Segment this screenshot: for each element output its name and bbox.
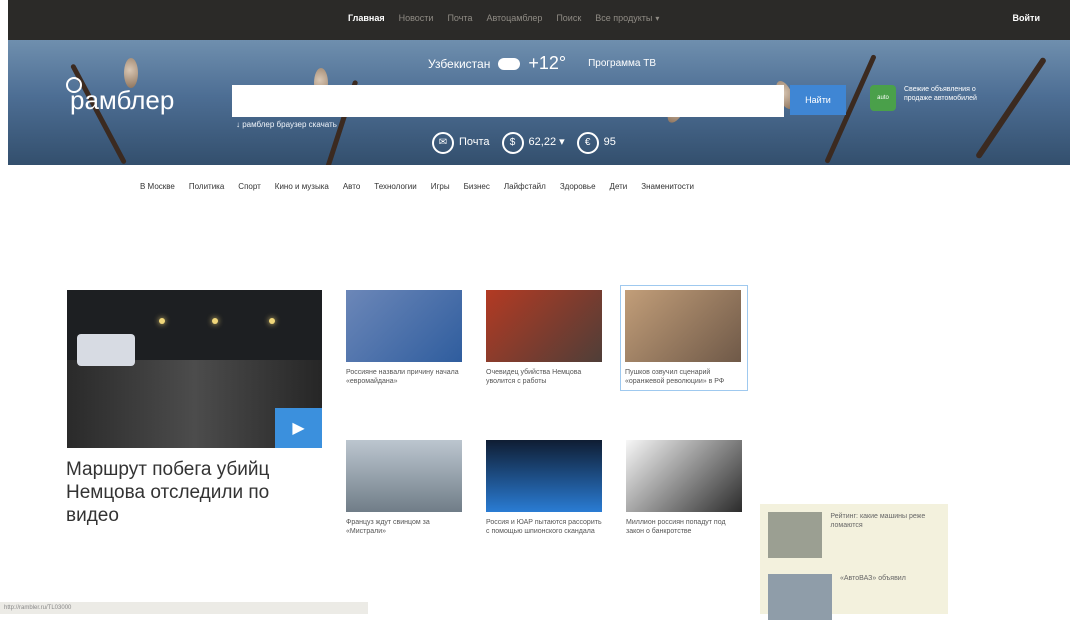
usd-widget[interactable]: $62,22 ▾ [501, 132, 565, 154]
usd-rate: 62,22 [528, 136, 557, 148]
eur-rate: 95 [603, 136, 616, 148]
news-text: Пушков озвучил сценарий «оранжевой револ… [625, 369, 725, 385]
sidebar-item[interactable]: «АвтоВАЗ» объявил [760, 566, 948, 628]
top-navigation-menu: Главная Новости Почта Автоцамблер Поиск … [348, 13, 659, 23]
news-text: Россияне назвали причину начала «евромай… [346, 369, 459, 385]
search-input[interactable] [232, 85, 784, 117]
news-card[interactable]: Очевидец убийства Немцова уволится с раб… [486, 290, 604, 386]
street-light [269, 318, 275, 324]
login-button[interactable]: Войти [1013, 13, 1040, 23]
news-text: Очевидец убийства Немцова уволится с раб… [486, 369, 582, 385]
news-image [346, 290, 462, 362]
search-button[interactable]: Найти [790, 85, 846, 115]
nav-home[interactable]: Главная [348, 13, 385, 23]
cloud-icon [498, 57, 521, 70]
news-card[interactable]: Россияне назвали причину начала «евромай… [346, 290, 464, 386]
mail-widget[interactable]: ✉ Почта [432, 132, 490, 154]
category-games[interactable]: Игры [431, 182, 450, 191]
category-kids[interactable]: Дети [610, 182, 628, 191]
street-light [212, 318, 218, 324]
logo-ring-icon [66, 77, 82, 93]
quick-widgets: ✉ Почта $62,22 ▾ €95 [432, 132, 616, 154]
car-image [768, 512, 823, 558]
rambler-logo[interactable]: рамблер [66, 77, 175, 116]
all-products-label: Все продукты [595, 13, 653, 23]
top-navigation-bar: Главная Новости Почта Автоцамблер Поиск … [8, 0, 1070, 40]
auto-promo-text: Свежие объявления о продаже автомобилей [904, 86, 977, 102]
news-card[interactable]: Россия и ЮАР пытаются рассорить с помощь… [486, 440, 604, 536]
weather-region: Узбекистан [428, 56, 491, 71]
logo-text: рамблер [70, 85, 175, 115]
category-navigation: В Москве Политика Спорт Кино и музыка Ав… [140, 182, 694, 191]
sidebar-ad[interactable]: Рейтинг: какие машины реже ломаются «Авт… [760, 504, 948, 620]
category-sport[interactable]: Спорт [238, 182, 261, 191]
news-image [486, 440, 602, 512]
nav-search[interactable]: Поиск [556, 13, 581, 23]
bud-decoration [124, 58, 138, 88]
nav-auto[interactable]: Автоцамблер [486, 13, 542, 23]
sidebar-item[interactable]: Рейтинг: какие машины реже ломаются [760, 504, 948, 566]
category-tech[interactable]: Технологии [374, 182, 416, 191]
browser-status-bar: http://rambler.ru/TL03000 [0, 602, 368, 614]
tv-link[interactable]: Программа ТВ [588, 58, 656, 69]
chevron-down-icon: ▾ [655, 14, 660, 23]
category-celebrities[interactable]: Знаменитости [641, 182, 694, 191]
news-image [626, 440, 742, 512]
browser-download-link[interactable]: ↓ рамблер браузер скачать [236, 120, 337, 129]
weather-temp: +12° [528, 53, 567, 73]
auto-promo[interactable]: auto Свежие объявления о продаже автомоб… [870, 85, 1004, 111]
category-lifestyle[interactable]: Лайфстайл [504, 182, 546, 191]
sidebar-text: Рейтинг: какие машины реже ломаются [830, 513, 926, 529]
nav-mail[interactable]: Почта [447, 13, 472, 23]
news-image [486, 290, 602, 362]
auto-promo-icon: auto [870, 85, 896, 111]
news-text: Француз ждут свинцом за «Мистрали» [346, 519, 430, 535]
mail-icon: ✉ [432, 132, 454, 154]
play-icon[interactable]: ▶ [275, 408, 322, 448]
euro-icon: € [576, 132, 599, 154]
category-business[interactable]: Бизнес [464, 182, 490, 191]
category-health[interactable]: Здоровье [560, 182, 596, 191]
category-moscow[interactable]: В Москве [140, 182, 175, 191]
weather-widget[interactable]: Узбекистан +12° Программа ТВ [428, 53, 656, 74]
car-image [768, 574, 832, 620]
mail-label: Почта [459, 136, 490, 148]
news-image [625, 290, 741, 362]
dollar-icon: $ [501, 132, 524, 154]
news-image [346, 440, 462, 512]
police-van-image [77, 334, 135, 366]
news-text: Россия и ЮАР пытаются рассорить с помощь… [486, 519, 602, 535]
lead-news-title[interactable]: Маршрут побега убийц Немцова отследили п… [66, 458, 326, 527]
sidebar-text: «АвтоВАЗ» объявил [840, 575, 906, 582]
news-card[interactable]: Миллион россиян попадут под закон о банк… [626, 440, 744, 536]
category-auto[interactable]: Авто [343, 182, 360, 191]
street-light [159, 318, 165, 324]
browser-link-text: рамблер браузер скачать [242, 120, 337, 129]
news-card[interactable]: Француз ждут свинцом за «Мистрали» [346, 440, 464, 536]
nav-news[interactable]: Новости [399, 13, 434, 23]
news-text: Миллион россиян попадут под закон о банк… [626, 519, 726, 535]
hero-header: рамблер Узбекистан +12° Программа ТВ Най… [8, 40, 1070, 165]
eur-widget[interactable]: €95 [576, 132, 616, 154]
nav-all-products[interactable]: Все продукты ▾ [595, 13, 659, 23]
category-movies[interactable]: Кино и музыка [275, 182, 329, 191]
news-card[interactable]: Пушков озвучил сценарий «оранжевой револ… [620, 285, 748, 391]
category-politics[interactable]: Политика [189, 182, 224, 191]
